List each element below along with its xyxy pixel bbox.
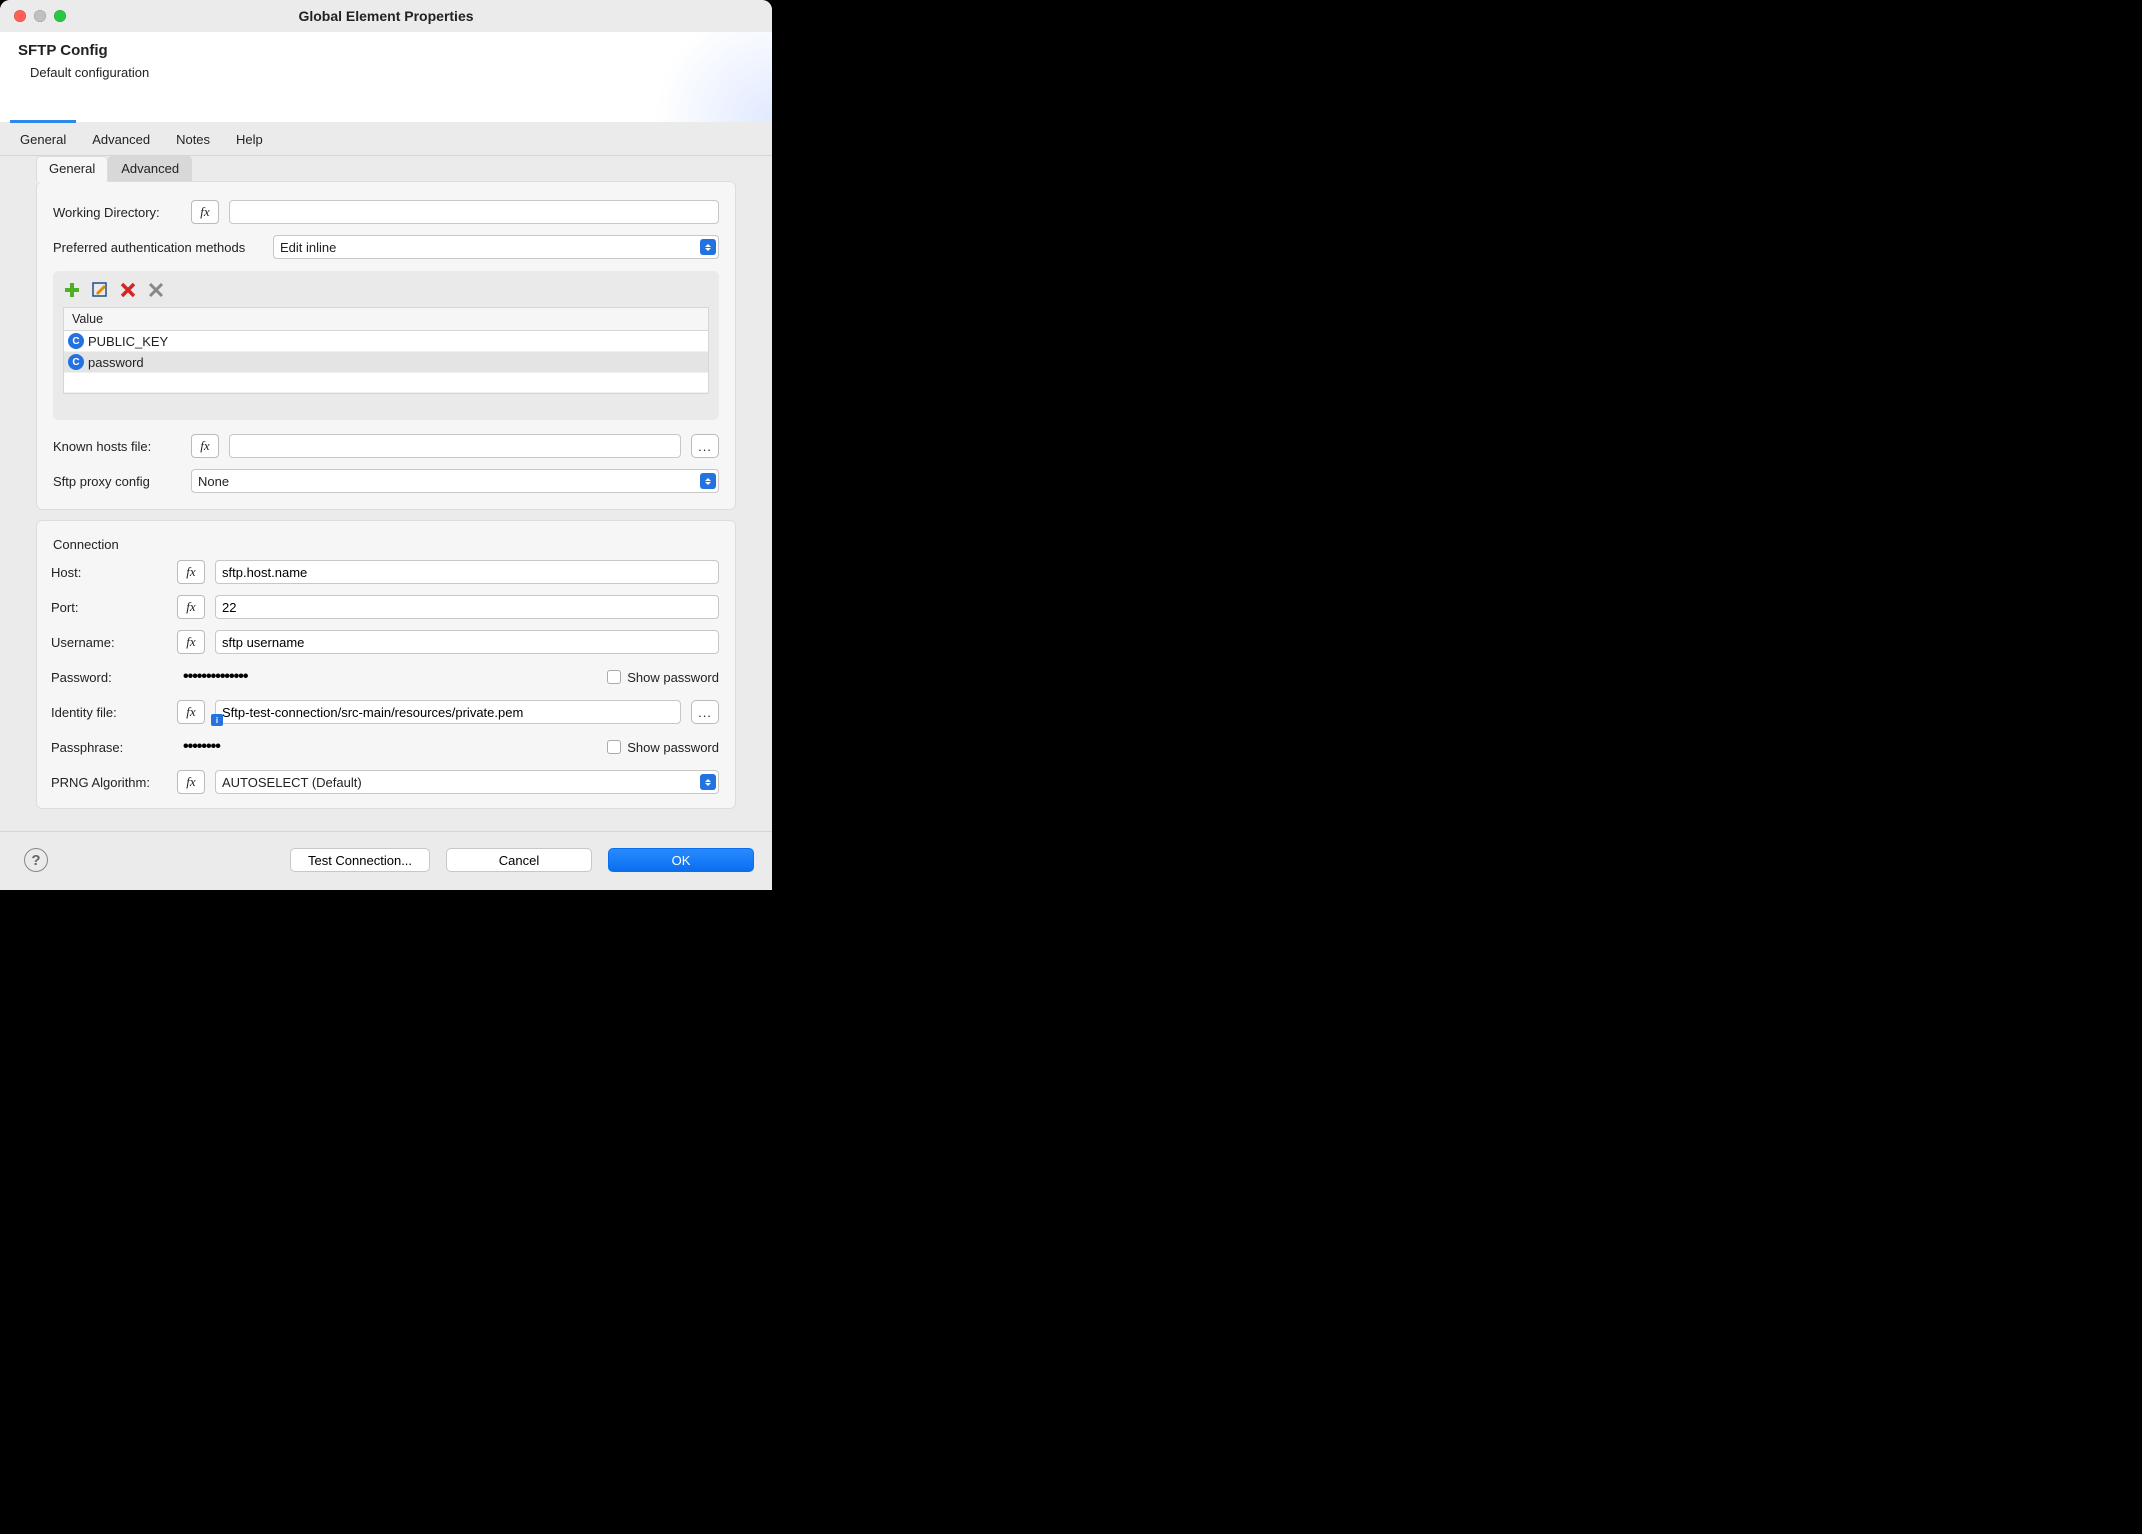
- pref-auth-label: Preferred authentication methods: [53, 240, 263, 255]
- config-subtitle: Default configuration: [30, 65, 754, 80]
- fx-button-prng[interactable]: fx: [177, 770, 205, 794]
- tab-notes[interactable]: Notes: [170, 122, 216, 155]
- identity-row: Identity file: fx i ...: [51, 700, 719, 724]
- outer-tabs: General Advanced Notes Help: [0, 122, 772, 156]
- passphrase-label: Passphrase:: [51, 740, 167, 755]
- item-icon: C: [68, 354, 84, 370]
- pref-auth-selected: Edit inline: [280, 240, 336, 255]
- show-passphrase-toggle[interactable]: Show password: [607, 740, 719, 755]
- show-passphrase-label: Show password: [627, 740, 719, 755]
- show-password-label: Show password: [627, 670, 719, 685]
- browse-identity-button[interactable]: ...: [691, 700, 719, 724]
- prng-selected: AUTOSELECT (Default): [222, 775, 362, 790]
- general-panel: Working Directory: fx Preferred authenti…: [36, 181, 736, 510]
- connection-panel: Connection Host: fx Port: fx Username: f…: [36, 520, 736, 809]
- titlebar: Global Element Properties: [0, 0, 772, 32]
- select-arrows-icon: [700, 774, 716, 790]
- help-button[interactable]: ?: [24, 848, 48, 872]
- auth-table: Value C PUBLIC_KEY C password: [63, 307, 709, 394]
- password-label: Password:: [51, 670, 167, 685]
- prng-select[interactable]: AUTOSELECT (Default): [215, 770, 719, 794]
- identity-label: Identity file:: [51, 705, 167, 720]
- browse-known-hosts-button[interactable]: ...: [691, 434, 719, 458]
- sftp-proxy-selected: None: [198, 474, 229, 489]
- working-directory-row: Working Directory: fx: [53, 200, 719, 224]
- inner-tab-general[interactable]: General: [36, 156, 108, 182]
- known-hosts-label: Known hosts file:: [53, 439, 181, 454]
- sftp-proxy-row: Sftp proxy config None: [53, 469, 719, 493]
- username-label: Username:: [51, 635, 167, 650]
- tab-general[interactable]: General: [14, 122, 72, 155]
- cancel-button[interactable]: Cancel: [446, 848, 592, 872]
- ok-button[interactable]: OK: [608, 848, 754, 872]
- host-row: Host: fx: [51, 560, 719, 584]
- delete-item-button[interactable]: [119, 281, 137, 299]
- inner-tabs: General Advanced: [36, 156, 736, 181]
- tab-advanced[interactable]: Advanced: [86, 122, 156, 155]
- auth-item-label: PUBLIC_KEY: [88, 334, 168, 349]
- tools-button[interactable]: [147, 281, 165, 299]
- footer: ? Test Connection... Cancel OK: [0, 832, 772, 890]
- item-icon: C: [68, 333, 84, 349]
- add-item-button[interactable]: [63, 281, 81, 299]
- passphrase-row: Passphrase: Show password: [51, 735, 719, 759]
- table-row[interactable]: C PUBLIC_KEY: [64, 331, 708, 352]
- list-toolbar: [63, 281, 709, 299]
- body: General Advanced Working Directory: fx P…: [0, 156, 772, 831]
- dialog-window: Global Element Properties SFTP Config De…: [0, 0, 772, 890]
- pref-auth-row: Preferred authentication methods Edit in…: [53, 235, 719, 259]
- port-label: Port:: [51, 600, 167, 615]
- username-input[interactable]: [215, 630, 719, 654]
- header: SFTP Config Default configuration: [0, 32, 772, 122]
- window-title: Global Element Properties: [0, 8, 772, 24]
- sftp-proxy-select[interactable]: None: [191, 469, 719, 493]
- connection-section-label: Connection: [53, 537, 719, 552]
- password-row: Password: Show password: [51, 665, 719, 689]
- pref-auth-select[interactable]: Edit inline: [273, 235, 719, 259]
- prng-row: PRNG Algorithm: fx AUTOSELECT (Default): [51, 770, 719, 794]
- edit-item-button[interactable]: [91, 281, 109, 299]
- table-row-empty: [64, 373, 708, 393]
- known-hosts-row: Known hosts file: fx ...: [53, 434, 719, 458]
- working-directory-input[interactable]: [229, 200, 719, 224]
- sftp-proxy-label: Sftp proxy config: [53, 474, 181, 489]
- table-row[interactable]: C password: [64, 352, 708, 373]
- host-label: Host:: [51, 565, 167, 580]
- fx-button-port[interactable]: fx: [177, 595, 205, 619]
- prng-label: PRNG Algorithm:: [51, 775, 167, 790]
- auth-item-label: password: [88, 355, 144, 370]
- fx-button-host[interactable]: fx: [177, 560, 205, 584]
- test-connection-button[interactable]: Test Connection...: [290, 848, 430, 872]
- checkbox-icon: [607, 670, 621, 684]
- port-row: Port: fx: [51, 595, 719, 619]
- fx-button-known-hosts[interactable]: fx: [191, 434, 219, 458]
- select-arrows-icon: [700, 473, 716, 489]
- tab-help[interactable]: Help: [230, 122, 269, 155]
- identity-input-wrapper: i: [215, 700, 681, 724]
- working-directory-label: Working Directory:: [53, 205, 181, 220]
- auth-table-header: Value: [64, 308, 708, 331]
- port-input[interactable]: [215, 595, 719, 619]
- config-title: SFTP Config: [18, 42, 754, 59]
- username-row: Username: fx: [51, 630, 719, 654]
- host-input[interactable]: [215, 560, 719, 584]
- auth-methods-listbox: Value C PUBLIC_KEY C password: [53, 271, 719, 420]
- inner-tab-advanced[interactable]: Advanced: [108, 156, 192, 181]
- fx-button-username[interactable]: fx: [177, 630, 205, 654]
- identity-input[interactable]: [215, 700, 681, 724]
- select-arrows-icon: [700, 239, 716, 255]
- fx-button-identity[interactable]: fx: [177, 700, 205, 724]
- checkbox-icon: [607, 740, 621, 754]
- passphrase-input[interactable]: [177, 735, 597, 759]
- password-input[interactable]: [177, 665, 597, 689]
- fx-button-working-dir[interactable]: fx: [191, 200, 219, 224]
- info-badge-icon: i: [211, 714, 223, 726]
- known-hosts-input[interactable]: [229, 434, 681, 458]
- show-password-toggle[interactable]: Show password: [607, 670, 719, 685]
